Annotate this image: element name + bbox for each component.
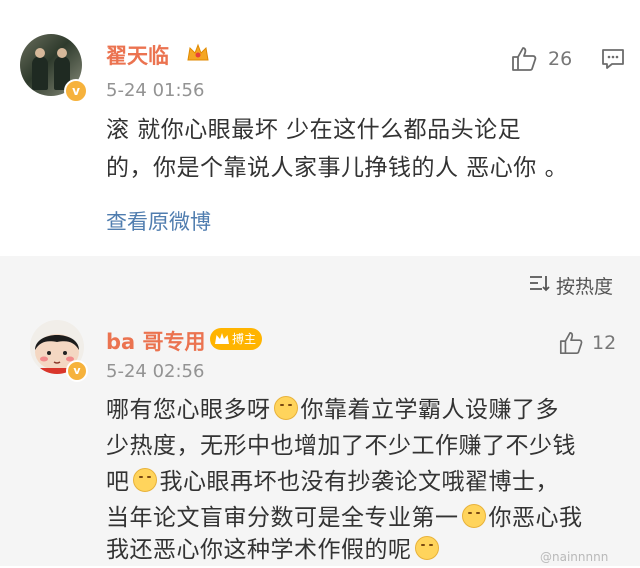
- sort-by-hot[interactable]: 按热度: [556, 272, 613, 299]
- like-icon[interactable]: [510, 45, 538, 77]
- username[interactable]: 翟天临: [106, 40, 169, 70]
- comment-text-line: 的，你是个靠说人家事儿挣钱的人 恶心你 。: [106, 155, 569, 181]
- comment-text-line: 我还恶心你这种学术作假的呢: [106, 532, 442, 568]
- fan-badge: 搏主: [210, 328, 263, 350]
- comment-time: 5-24 02:56: [106, 361, 205, 382]
- smile-emoji-icon: [273, 396, 298, 420]
- verified-badge-icon: v: [66, 360, 88, 382]
- comment-text-line: 少热度，无形中也增加了不少工作赚了不少钱: [106, 433, 576, 459]
- comment-time: 5-24 01:56: [106, 80, 205, 101]
- laugh-emoji-icon: [132, 468, 157, 492]
- crown-icon: [186, 42, 210, 69]
- like-count: 12: [592, 332, 617, 354]
- like-icon[interactable]: [558, 330, 584, 360]
- comment-icon[interactable]: [600, 46, 626, 76]
- sort-icon[interactable]: [528, 273, 550, 297]
- view-original-link[interactable]: 查看原微博: [106, 206, 211, 236]
- like-count: 26: [548, 48, 573, 70]
- watermark: @nainnnnn: [540, 550, 609, 564]
- laugh-emoji-icon: [461, 504, 486, 528]
- verified-badge-icon: v: [64, 79, 88, 103]
- fan-badge-label: 搏主: [232, 332, 257, 346]
- comment-text-line: 当年论文盲审分数可是全专业第一 你恶心我: [106, 504, 583, 531]
- username[interactable]: ba 哥专用: [106, 326, 206, 356]
- wink-emoji-icon: [414, 536, 439, 560]
- comment-text-line: 滚 就你心眼最坏 少在这什么都品头论足: [106, 117, 522, 143]
- comment-text-line: 吧我心眼再坏也没有抄袭论文哦翟博士，: [106, 468, 559, 495]
- comment-text-line: 哪有您心眼多呀 你靠着立学霸人设赚了多: [106, 396, 559, 423]
